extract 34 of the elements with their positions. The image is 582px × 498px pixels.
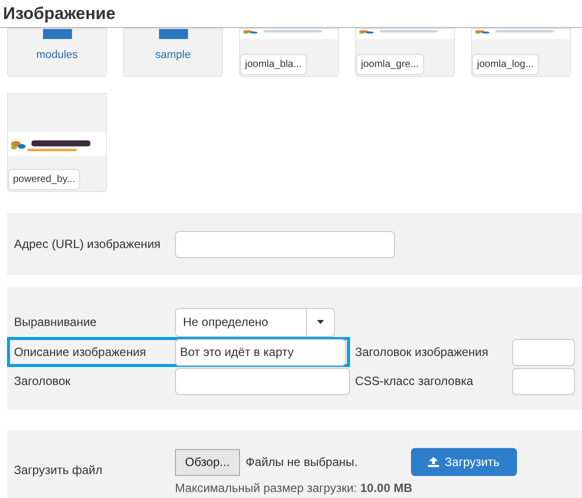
- description-field[interactable]: Вот это идёт в карту: [175, 338, 346, 366]
- folder-tile[interactable]: sample: [123, 28, 223, 77]
- folder-icon: [42, 29, 72, 39]
- caret-icon: [317, 320, 324, 324]
- image-tile[interactable]: powered_by...: [7, 93, 107, 192]
- caption-class-field[interactable]: [512, 368, 575, 394]
- field-label: Заголовок изображения: [354, 344, 490, 361]
- folder-name: sample: [155, 48, 191, 63]
- page-title: Изображение: [3, 5, 116, 22]
- field-label: Выравнивание: [14, 314, 98, 331]
- folder-name: modules: [36, 48, 78, 63]
- file-status: Файлы не выбраны.: [246, 454, 359, 471]
- browse-button[interactable]: Обзор...: [175, 448, 240, 476]
- alignment-select[interactable]: Не определено: [175, 308, 335, 336]
- image-tile[interactable]: joomla_bla...: [239, 28, 339, 77]
- folder-tile[interactable]: modules: [7, 28, 107, 77]
- caption-field[interactable]: [175, 368, 350, 394]
- field-label: CSS-класс заголовка: [354, 373, 474, 390]
- file-name: joomla_log...: [472, 54, 539, 75]
- upload-button[interactable]: Загрузить: [410, 448, 517, 476]
- field-label: Загрузить файл: [14, 462, 104, 479]
- file-name: powered_by...: [8, 169, 80, 190]
- image-tile[interactable]: joomla_gre...: [355, 28, 455, 77]
- field-label: Заголовок: [14, 373, 72, 390]
- max-size-note: Максимальный размер загрузки: 10.00 MB: [175, 480, 414, 497]
- folder-icon: [158, 29, 188, 39]
- image-title-field[interactable]: [512, 338, 575, 366]
- field-label: Адрес (URL) изображения: [14, 236, 162, 253]
- field-label: Описание изображения: [14, 344, 148, 361]
- file-name: joomla_bla...: [240, 54, 307, 75]
- url-field[interactable]: [175, 230, 395, 258]
- file-name: joomla_gre...: [356, 54, 424, 75]
- image-tile[interactable]: joomla_log...: [471, 28, 571, 77]
- upload-icon: [428, 457, 439, 467]
